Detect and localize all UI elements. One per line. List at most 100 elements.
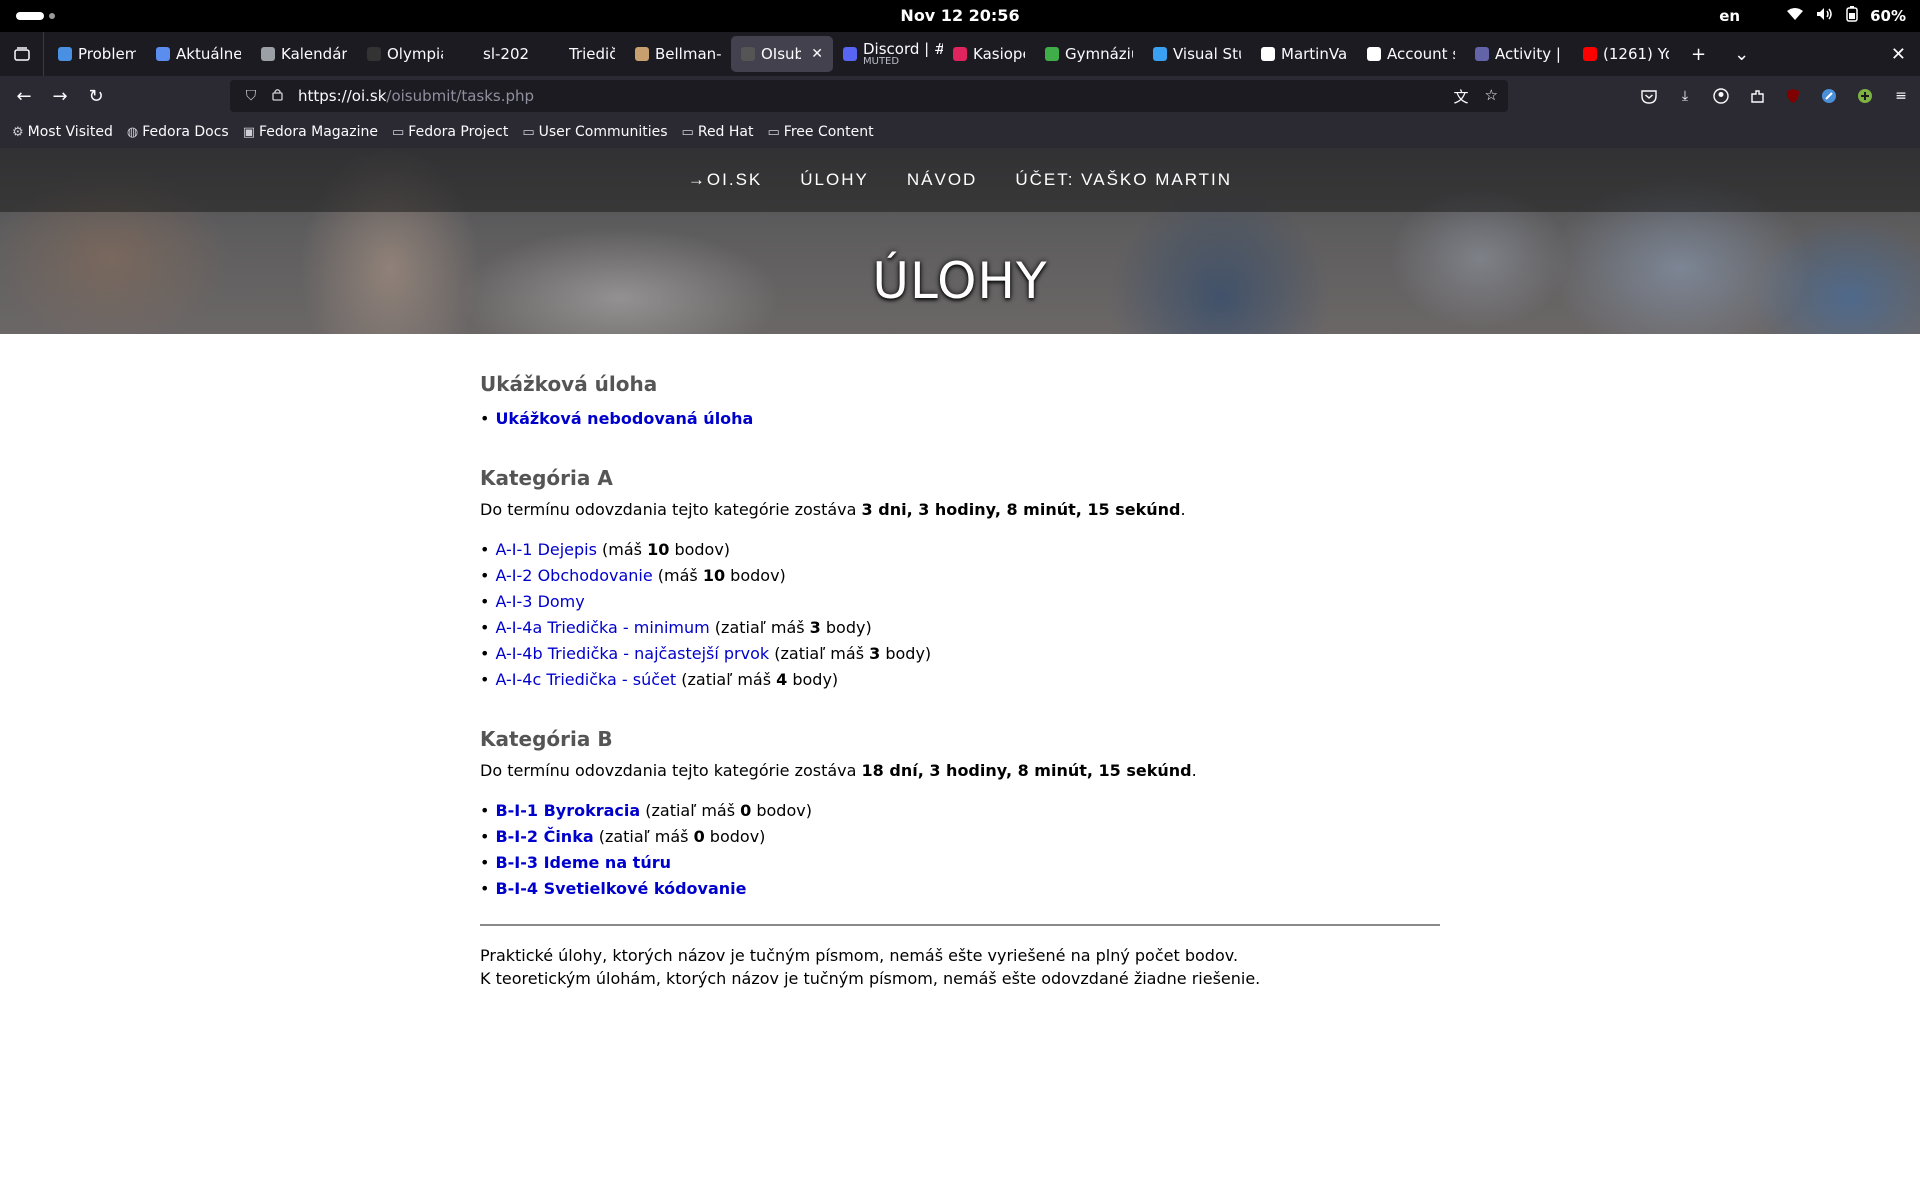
url-text[interactable]: https://oi.sk/oisubmit/tasks.php (298, 87, 534, 105)
nav-link-navod[interactable]: NÁVOD (907, 170, 977, 190)
tab-title: Kasiopea (973, 45, 1025, 63)
bookmark-item[interactable]: ▭ Fedora Project (392, 124, 508, 140)
bar-chart-icon (58, 47, 72, 61)
browser-tab[interactable]: Bellman-F (625, 36, 731, 72)
task-link[interactable]: Ukážková nebodovaná úloha (495, 409, 753, 428)
reload-icon[interactable]: ↻ (78, 80, 114, 112)
bookmark-item[interactable]: ⚙ Most Visited (12, 124, 113, 140)
divider (480, 924, 1440, 926)
task-link[interactable]: B-I-3 Ideme na túru (495, 853, 671, 872)
nav-link-ulohy[interactable]: ÚLOHY (800, 170, 869, 190)
task-item: B-I-2 Činka (zatiaľ máš 0 bodov) (480, 824, 1440, 850)
nav-link-oisk[interactable]: →OI.SK (688, 170, 762, 190)
lock-icon[interactable] (264, 88, 290, 105)
bookmark-item[interactable]: ▭ Free Content (768, 124, 874, 140)
task-score-prefix: (zatiaľ máš (640, 801, 741, 820)
window-close-icon[interactable]: ✕ (1891, 44, 1906, 65)
activities-button[interactable] (16, 12, 55, 20)
blue-extension-icon[interactable] (1818, 85, 1840, 107)
account-icon[interactable] (1710, 85, 1732, 107)
navigation-toolbar: ← → ↻ ⛉ https://oi.sk/oisubmit/tasks.php… (0, 76, 1920, 116)
tab-list: Problem - Aktuálne z Kalendár | Olympiád sl-… (44, 32, 1679, 76)
category-b-deadline: Do termínu odovzdania tejto kategórie zo… (480, 761, 1440, 780)
firefox-view-icon[interactable] (0, 32, 44, 76)
pocket-icon[interactable] (1638, 85, 1660, 107)
youtube-icon (1583, 47, 1597, 61)
task-item: B-I-3 Ideme na túru (480, 850, 1440, 876)
back-icon[interactable]: ← (6, 80, 42, 112)
browser-tab[interactable]: Olympiád (357, 36, 453, 72)
tracking-protection-shield-icon[interactable]: ⛉ (238, 88, 264, 104)
task-link[interactable]: B-I-2 Činka (495, 827, 593, 846)
task-score-prefix: (zatiaľ máš (769, 644, 870, 663)
bookmark-item[interactable]: ◍ Fedora Docs (127, 124, 229, 140)
address-bar[interactable]: ⛉ https://oi.sk/oisubmit/tasks.php 文 ☆ (230, 80, 1508, 112)
bookmark-label: Fedora Docs (142, 124, 229, 140)
translate-icon[interactable]: 文 (1454, 86, 1469, 107)
browser-tab[interactable]: Aktuálne z (146, 36, 251, 72)
task-link[interactable]: A-I-4b Triedička - najčastejší prvok (495, 644, 769, 663)
nav-link-ucet[interactable]: ÚČET: VAŠKO MARTIN (1015, 170, 1232, 190)
bookmark-star-icon[interactable]: ☆ (1485, 86, 1498, 107)
system-clock[interactable]: Nov 12 20:56 (900, 6, 1019, 25)
new-tab-icon[interactable]: + (1691, 44, 1706, 65)
bookmark-item[interactable]: ▣ Fedora Magazine (243, 124, 378, 140)
tab-title: Aktuálne z (176, 45, 241, 63)
github-icon (1367, 47, 1381, 61)
task-link[interactable]: A-I-4a Triedička - minimum (495, 618, 709, 637)
browser-tab[interactable]: Discord | # MUTED (833, 36, 943, 72)
ublock-origin-icon[interactable] (1782, 85, 1804, 107)
task-points: 0 (693, 827, 705, 846)
bookmark-label: Fedora Project (408, 124, 509, 140)
blank-icon (549, 47, 563, 61)
bookmarks-toolbar: ⚙ Most Visited ◍ Fedora Docs ▣ Fedora Magazin… (0, 116, 1920, 148)
forward-icon[interactable]: → (42, 80, 78, 112)
browser-tab[interactable]: Gymnáziu (1035, 36, 1143, 72)
browser-tab[interactable]: sl-2024-1 (453, 36, 539, 72)
wifi-icon[interactable] (1786, 7, 1804, 25)
category-b-section: Kategória B Do termínu odovzdania tejto … (480, 727, 1440, 902)
oisubmit-icon (741, 47, 755, 61)
bookmark-label: Free Content (783, 124, 874, 140)
task-score-prefix: (zatiaľ máš (709, 618, 810, 637)
browser-tab[interactable]: Triedička (539, 36, 625, 72)
app-menu-icon[interactable]: ≡ (1890, 85, 1912, 107)
green-extension-icon[interactable] (1854, 85, 1876, 107)
extensions-icon[interactable] (1746, 85, 1768, 107)
task-link[interactable]: B-I-1 Byrokracia (495, 801, 640, 820)
site-navigation: →OI.SK ÚLOHY NÁVOD ÚČET: VAŠKO MARTIN (0, 148, 1920, 212)
browser-tab[interactable]: MartinVas (1251, 36, 1357, 72)
fm-icon: ▣ (242, 124, 255, 140)
category-b-task-list: B-I-1 Byrokracia (zatiaľ máš 0 bodov)B-I… (480, 798, 1440, 902)
keyboard-layout-indicator[interactable]: en (1719, 7, 1740, 25)
browser-tab[interactable]: Account s (1357, 36, 1465, 72)
deadline-suffix: . (1180, 500, 1186, 519)
battery-icon[interactable] (1846, 6, 1858, 26)
task-link[interactable]: A-I-2 Obchodovanie (495, 566, 652, 585)
task-score-prefix: (máš (652, 566, 703, 585)
task-link[interactable]: B-I-4 Svetielkové kódovanie (495, 879, 746, 898)
bookmark-item[interactable]: ▭ Red Hat (682, 124, 754, 140)
browser-tab[interactable]: Visual Stu (1143, 36, 1251, 72)
browser-tab[interactable]: OIsubmit ✕ (731, 36, 833, 72)
task-link[interactable]: A-I-4c Triedička - súčet (495, 670, 676, 689)
teams-icon (1475, 47, 1489, 61)
browser-tab[interactable]: Activity | F (1465, 36, 1573, 72)
volume-icon[interactable] (1816, 7, 1834, 25)
battery-percentage: 60% (1870, 7, 1906, 25)
tab-title: Gymnáziu (1065, 45, 1133, 63)
browser-tab[interactable]: (1261) You (1573, 36, 1679, 72)
downloads-icon[interactable]: ⤓ (1674, 85, 1696, 107)
task-points: 4 (776, 670, 788, 689)
sample-task-section: Ukážková úloha Ukážková nebodovaná úloha (480, 372, 1440, 432)
browser-tab[interactable]: Kalendár | (251, 36, 357, 72)
task-link[interactable]: A-I-3 Domy (495, 592, 584, 611)
bookmark-item[interactable]: ▭ User Communities (522, 124, 667, 140)
task-item: A-I-1 Dejepis (máš 10 bodov) (480, 537, 1440, 563)
browser-tab-strip: Problem - Aktuálne z Kalendár | Olympiád sl-… (0, 32, 1920, 76)
task-link[interactable]: A-I-1 Dejepis (495, 540, 597, 559)
list-all-tabs-icon[interactable]: ⌄ (1734, 44, 1749, 65)
tab-close-icon[interactable]: ✕ (811, 46, 823, 62)
browser-tab[interactable]: Kasiopea (943, 36, 1035, 72)
browser-tab[interactable]: Problem - (48, 36, 146, 72)
